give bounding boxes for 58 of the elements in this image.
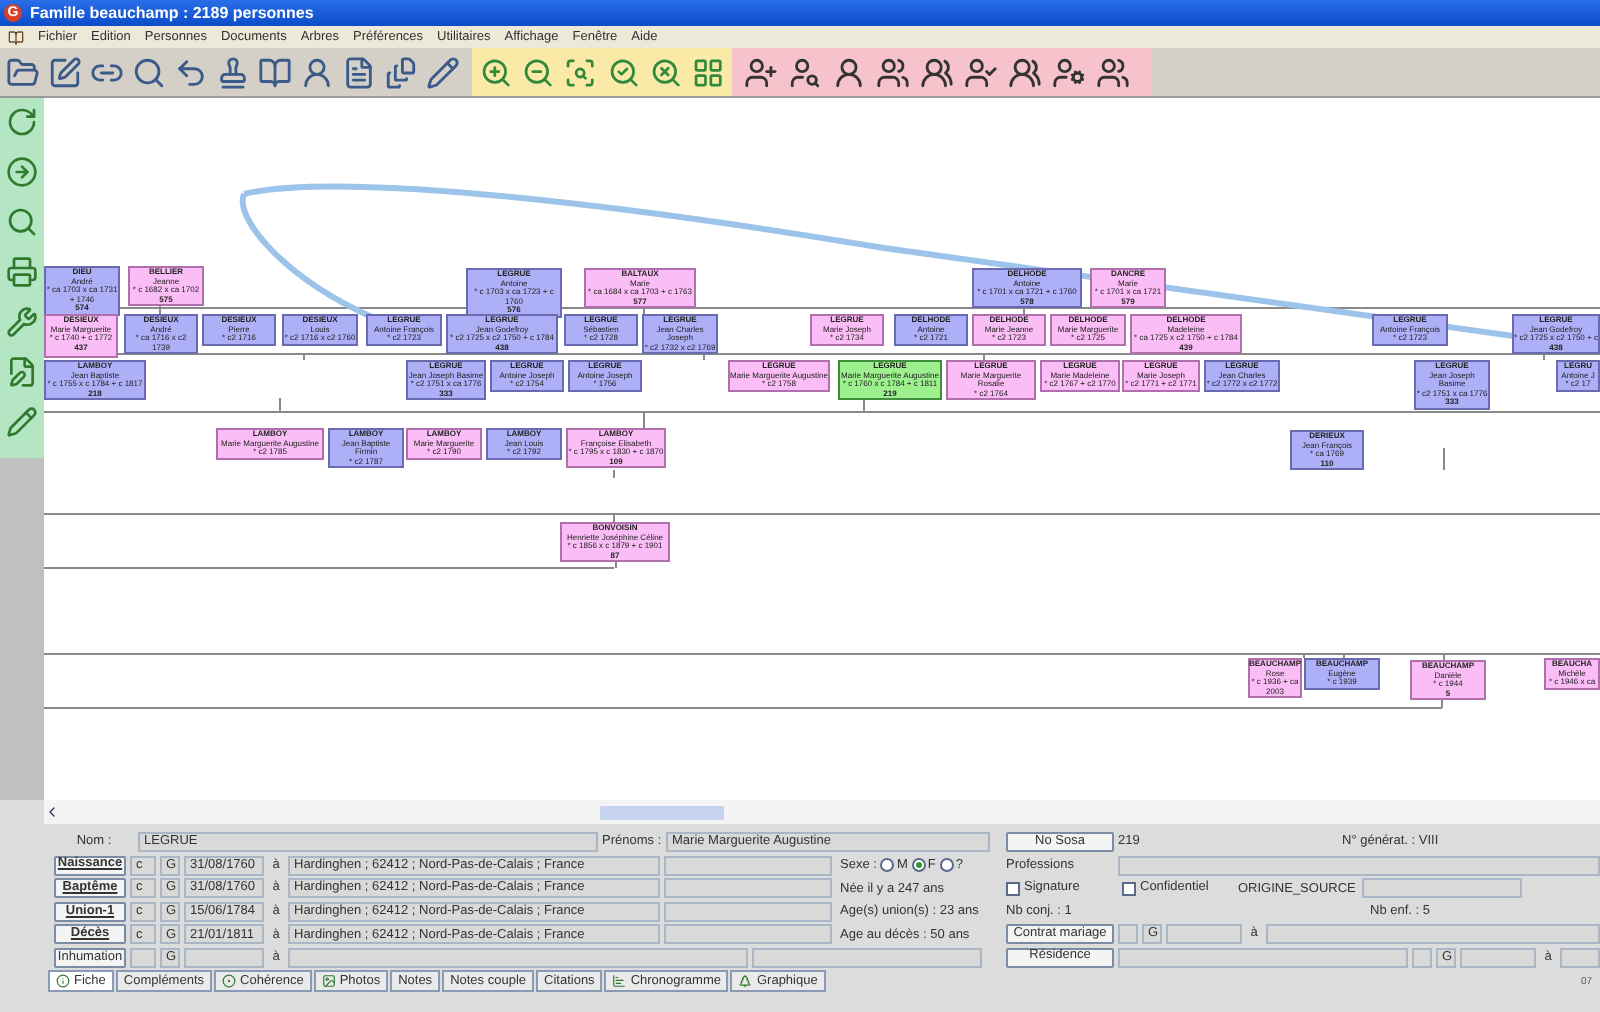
input-field[interactable] — [1560, 947, 1600, 968]
input-field[interactable] — [184, 947, 264, 968]
scroll-left-icon[interactable] — [44, 804, 60, 820]
input-field[interactable] — [288, 947, 748, 968]
input-field[interactable] — [130, 947, 156, 968]
input-field[interactable] — [664, 878, 832, 899]
scrollbar[interactable] — [44, 800, 1600, 824]
printer-icon[interactable] — [6, 256, 38, 288]
input-field[interactable] — [1362, 878, 1522, 899]
pencil-icon[interactable] — [426, 55, 460, 89]
search-icon[interactable] — [132, 55, 166, 89]
input-field[interactable] — [664, 924, 832, 945]
group-icon[interactable] — [920, 55, 954, 89]
undo-icon[interactable] — [174, 55, 208, 89]
zoom-in-icon[interactable] — [480, 55, 513, 89]
grid-icon[interactable] — [691, 55, 725, 89]
book-icon[interactable] — [258, 55, 292, 89]
refresh-icon[interactable] — [6, 106, 38, 138]
person-icon[interactable] — [300, 55, 334, 89]
input-field[interactable] — [1266, 924, 1600, 945]
pencil-icon[interactable] — [6, 406, 38, 438]
circle-icon — [222, 973, 237, 988]
input-field[interactable] — [1118, 855, 1600, 876]
image-icon — [321, 973, 336, 988]
person-check-icon[interactable] — [964, 55, 998, 89]
search-remove-icon[interactable] — [649, 55, 682, 89]
input-field[interactable] — [664, 855, 832, 876]
input-field[interactable] — [1118, 947, 1408, 968]
input-field[interactable] — [1460, 947, 1536, 968]
family-icon[interactable] — [1008, 55, 1042, 89]
input-field[interactable] — [1412, 947, 1432, 968]
search-icon[interactable] — [6, 206, 38, 238]
input-field[interactable] — [1166, 924, 1242, 945]
people-icon[interactable] — [1096, 55, 1130, 89]
input-field[interactable] — [1118, 924, 1138, 945]
window-title: Famille beauchamp : 2189 personnes — [30, 1, 314, 25]
folder-icon[interactable] — [6, 55, 40, 89]
info-icon — [56, 973, 70, 988]
find-person-icon[interactable] — [788, 55, 822, 89]
scan-search-icon[interactable] — [564, 55, 598, 89]
menu-icon — [8, 29, 24, 45]
add-person-icon[interactable] — [744, 55, 778, 89]
input-field[interactable] — [752, 947, 982, 968]
wrench-icon[interactable] — [6, 306, 38, 338]
edit-icon[interactable] — [6, 356, 38, 388]
edit-icon[interactable] — [48, 55, 82, 89]
tree-icon — [738, 973, 753, 988]
pages-icon[interactable] — [384, 55, 418, 89]
person-icon[interactable] — [832, 55, 866, 89]
zoom-out-icon[interactable] — [522, 55, 555, 89]
scrollbar-thumb[interactable] — [600, 805, 724, 819]
bar-chart-icon — [612, 973, 627, 988]
person-settings-icon[interactable] — [1052, 55, 1086, 89]
search-check-icon[interactable] — [607, 55, 640, 89]
document-icon[interactable] — [342, 55, 376, 89]
couple-icon[interactable] — [876, 55, 910, 89]
input-field[interactable] — [664, 901, 832, 922]
stamp-icon[interactable] — [216, 55, 250, 89]
